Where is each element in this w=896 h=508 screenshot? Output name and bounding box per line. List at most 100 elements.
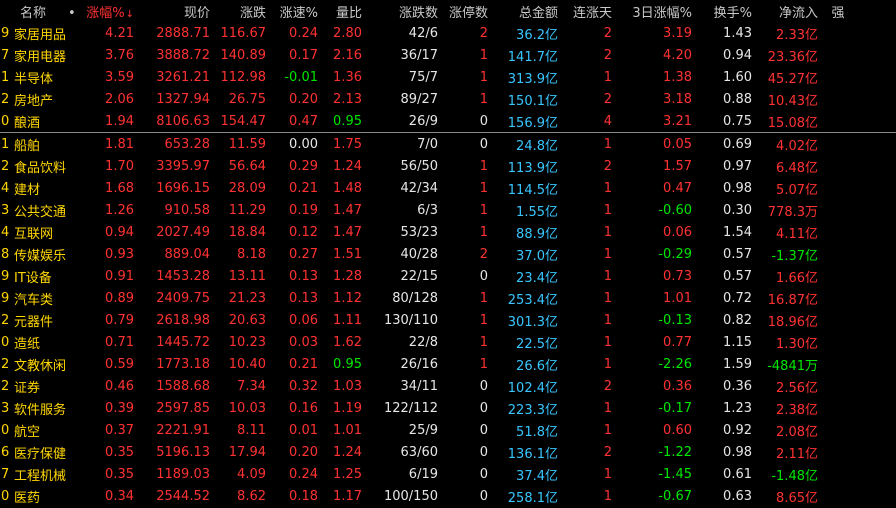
col-header-strength[interactable]: 强 bbox=[820, 2, 856, 21]
up-down-count-cell: 40/28 bbox=[400, 246, 438, 262]
change-3d-cell: 4.20 bbox=[663, 47, 692, 63]
row-index: 2 bbox=[1, 356, 10, 372]
table-row[interactable]: 9 IT设备 0.91 1453.28 13.11 0.13 1.28 22/15 0 23.4亿… bbox=[0, 265, 896, 287]
row-index: 7 bbox=[1, 466, 10, 482]
up-down-count-cell: 100/150 bbox=[383, 488, 438, 504]
total-amount-cell: 102.4亿 bbox=[507, 380, 558, 396]
change-pct-cell: 0.34 bbox=[105, 488, 134, 504]
col-header-name[interactable]: 名称 • bbox=[14, 2, 84, 21]
table-row[interactable]: 3 软件服务 0.39 2597.85 10.03 0.16 1.19 122/112 0 223… bbox=[0, 397, 896, 419]
price-cell: 2597.85 bbox=[156, 400, 210, 416]
sector-name: 元器件 bbox=[14, 314, 54, 330]
turnover-cell: 0.57 bbox=[723, 246, 752, 262]
col-header-change-pct[interactable]: 涨幅%↓ bbox=[84, 2, 136, 21]
limit-up-count-cell: 0 bbox=[479, 113, 488, 129]
total-amount-cell: 141.7亿 bbox=[507, 49, 558, 65]
change-cell: 116.67 bbox=[220, 25, 267, 41]
table-row[interactable]: 9 家居用品 4.21 2888.71 116.67 0.24 2.80 42/6 2 36.2亿… bbox=[0, 22, 896, 44]
speed-cell: 0.17 bbox=[289, 47, 318, 63]
total-amount-cell: 113.9亿 bbox=[507, 160, 558, 176]
table-row[interactable]: 1 半导体 3.59 3261.21 112.98 -0.01 1.36 75/7 1 313.9… bbox=[0, 66, 896, 88]
table-row[interactable]: 8 传媒娱乐 0.93 889.04 8.18 0.27 1.51 40/28 2 37.0亿 1 -… bbox=[0, 243, 896, 265]
row-index: 8 bbox=[1, 246, 10, 262]
table-row[interactable]: 0 酿酒 1.94 8106.63 154.47 0.47 0.95 26/9 0 156.9亿 4… bbox=[0, 110, 896, 132]
sector-name: 医疗保健 bbox=[14, 446, 67, 462]
sector-name: 互联网 bbox=[14, 226, 54, 242]
table-row[interactable]: 0 航空 0.37 2221.91 8.11 0.01 1.01 25/9 0 51.8亿 1 0.6… bbox=[0, 419, 896, 441]
table-row[interactable]: 7 工程机械 0.35 1189.03 4.09 0.24 1.25 6/19 0 37.4亿 1 -… bbox=[0, 463, 896, 485]
change-cell: 17.94 bbox=[228, 444, 266, 460]
table-row[interactable]: 1 船舶 1.81 653.28 11.59 0.00 1.75 7/0 0 24.8亿 1 0.05… bbox=[0, 133, 896, 155]
col-header-limit-up-count[interactable]: 涨停数 bbox=[440, 2, 490, 21]
net-inflow-cell: 4.11亿 bbox=[776, 226, 818, 242]
limit-up-count-cell: 1 bbox=[479, 91, 488, 107]
turnover-cell: 0.36 bbox=[723, 378, 752, 394]
turnover-cell: 1.15 bbox=[723, 334, 752, 350]
table-row[interactable]: 2 证券 0.46 1588.68 7.34 0.32 1.03 34/11 0 102.4亿 2 0… bbox=[0, 375, 896, 397]
speed-cell: 0.03 bbox=[289, 334, 318, 350]
table-row[interactable]: 4 互联网 0.94 2027.49 18.84 0.12 1.47 53/23 1 88.9亿 1… bbox=[0, 221, 896, 243]
price-cell: 3888.72 bbox=[156, 47, 210, 63]
speed-cell: 0.21 bbox=[289, 356, 318, 372]
change-cell: 20.63 bbox=[228, 312, 266, 328]
vol-ratio-cell: 1.24 bbox=[333, 158, 362, 174]
price-cell: 1327.94 bbox=[156, 91, 210, 107]
col-header-total-amount[interactable]: 总金额 bbox=[490, 2, 560, 21]
vol-ratio-cell: 1.75 bbox=[333, 136, 362, 152]
total-amount-cell: 36.2亿 bbox=[516, 27, 558, 43]
col-header-speed[interactable]: 涨速% bbox=[268, 2, 320, 21]
row-index: 2 bbox=[1, 158, 10, 174]
limit-up-count-cell: 1 bbox=[479, 290, 488, 306]
col-header-vol-ratio[interactable]: 量比 bbox=[320, 2, 364, 21]
table-row[interactable]: 2 元器件 0.79 2618.98 20.63 0.06 1.11 130/110 1 301.… bbox=[0, 309, 896, 331]
up-down-count-cell: 7/0 bbox=[417, 136, 438, 152]
col-header-change-3d[interactable]: 3日涨幅% bbox=[614, 2, 694, 21]
table-row[interactable]: 3 公共交通 1.26 910.58 11.29 0.19 1.47 6/3 1 1.55亿 1 -0… bbox=[0, 199, 896, 221]
col-header-net-inflow[interactable]: 净流入 bbox=[754, 2, 820, 21]
net-inflow-cell: 10.43亿 bbox=[767, 93, 818, 109]
table-row[interactable]: 0 医药 0.34 2544.52 8.62 0.18 1.17 100/150 0 258.1亿… bbox=[0, 485, 896, 507]
turnover-cell: 0.57 bbox=[723, 268, 752, 284]
table-row[interactable]: 9 汽车类 0.89 2409.75 21.23 0.13 1.12 80/128 1 253.4… bbox=[0, 287, 896, 309]
change-cell: 56.64 bbox=[228, 158, 266, 174]
consecutive-days-cell: 1 bbox=[603, 466, 612, 482]
speed-cell: 0.13 bbox=[289, 290, 318, 306]
change-pct-cell: 1.68 bbox=[105, 180, 134, 196]
speed-cell: 0.00 bbox=[289, 136, 318, 152]
col-header-turnover[interactable]: 换手% bbox=[694, 2, 754, 21]
change-3d-cell: -2.26 bbox=[658, 356, 692, 372]
vol-ratio-cell: 1.19 bbox=[333, 400, 362, 416]
change-3d-cell: 0.36 bbox=[663, 378, 692, 394]
table-row[interactable]: 4 建材 1.68 1696.15 28.09 0.21 1.48 42/34 1 114.5亿 1… bbox=[0, 177, 896, 199]
col-header-change[interactable]: 涨跌 bbox=[212, 2, 268, 21]
col-header-change-pct-label: 涨幅% bbox=[86, 5, 125, 21]
col-header-consecutive-days[interactable]: 连涨天 bbox=[560, 2, 614, 21]
change-cell: 11.59 bbox=[228, 136, 266, 152]
table-row[interactable]: 0 造纸 0.71 1445.72 10.23 0.03 1.62 22/8 1 22.5亿 1 0.… bbox=[0, 331, 896, 353]
col-header-price[interactable]: 现价 bbox=[136, 2, 212, 21]
vol-ratio-cell: 1.47 bbox=[333, 202, 362, 218]
total-amount-cell: 23.4亿 bbox=[516, 270, 558, 286]
price-cell: 3261.21 bbox=[156, 69, 210, 85]
row-index: 0 bbox=[1, 113, 10, 129]
speed-cell: 0.18 bbox=[289, 488, 318, 504]
limit-up-count-cell: 1 bbox=[479, 69, 488, 85]
table-row[interactable]: 2 食品饮料 1.70 3395.97 56.64 0.29 1.24 56/50 1 113.9… bbox=[0, 155, 896, 177]
limit-up-count-cell: 0 bbox=[479, 422, 488, 438]
speed-cell: 0.13 bbox=[289, 268, 318, 284]
table-row[interactable]: 6 医疗保健 0.35 5196.13 17.94 0.20 1.24 63/60 0 136.1… bbox=[0, 441, 896, 463]
change-cell: 28.09 bbox=[228, 180, 266, 196]
change-cell: 8.62 bbox=[237, 488, 266, 504]
change-pct-cell: 0.37 bbox=[105, 422, 134, 438]
consecutive-days-cell: 1 bbox=[603, 69, 612, 85]
vol-ratio-cell: 1.11 bbox=[333, 312, 362, 328]
net-inflow-cell: 2.08亿 bbox=[776, 424, 818, 440]
change-3d-cell: 1.01 bbox=[663, 290, 692, 306]
speed-cell: 0.24 bbox=[289, 25, 318, 41]
vol-ratio-cell: 2.16 bbox=[333, 47, 362, 63]
col-header-up-down-count[interactable]: 涨跌数 bbox=[364, 2, 440, 21]
change-pct-cell: 0.59 bbox=[105, 356, 134, 372]
table-row[interactable]: 2 房地产 2.06 1327.94 26.75 0.20 2.13 89/27 1 150.1亿… bbox=[0, 88, 896, 110]
table-row[interactable]: 7 家用电器 3.76 3888.72 140.89 0.17 2.16 36/17 1 141.… bbox=[0, 44, 896, 66]
table-row[interactable]: 2 文教休闲 0.59 1773.18 10.40 0.21 0.95 26/16 1 26.6亿… bbox=[0, 353, 896, 375]
